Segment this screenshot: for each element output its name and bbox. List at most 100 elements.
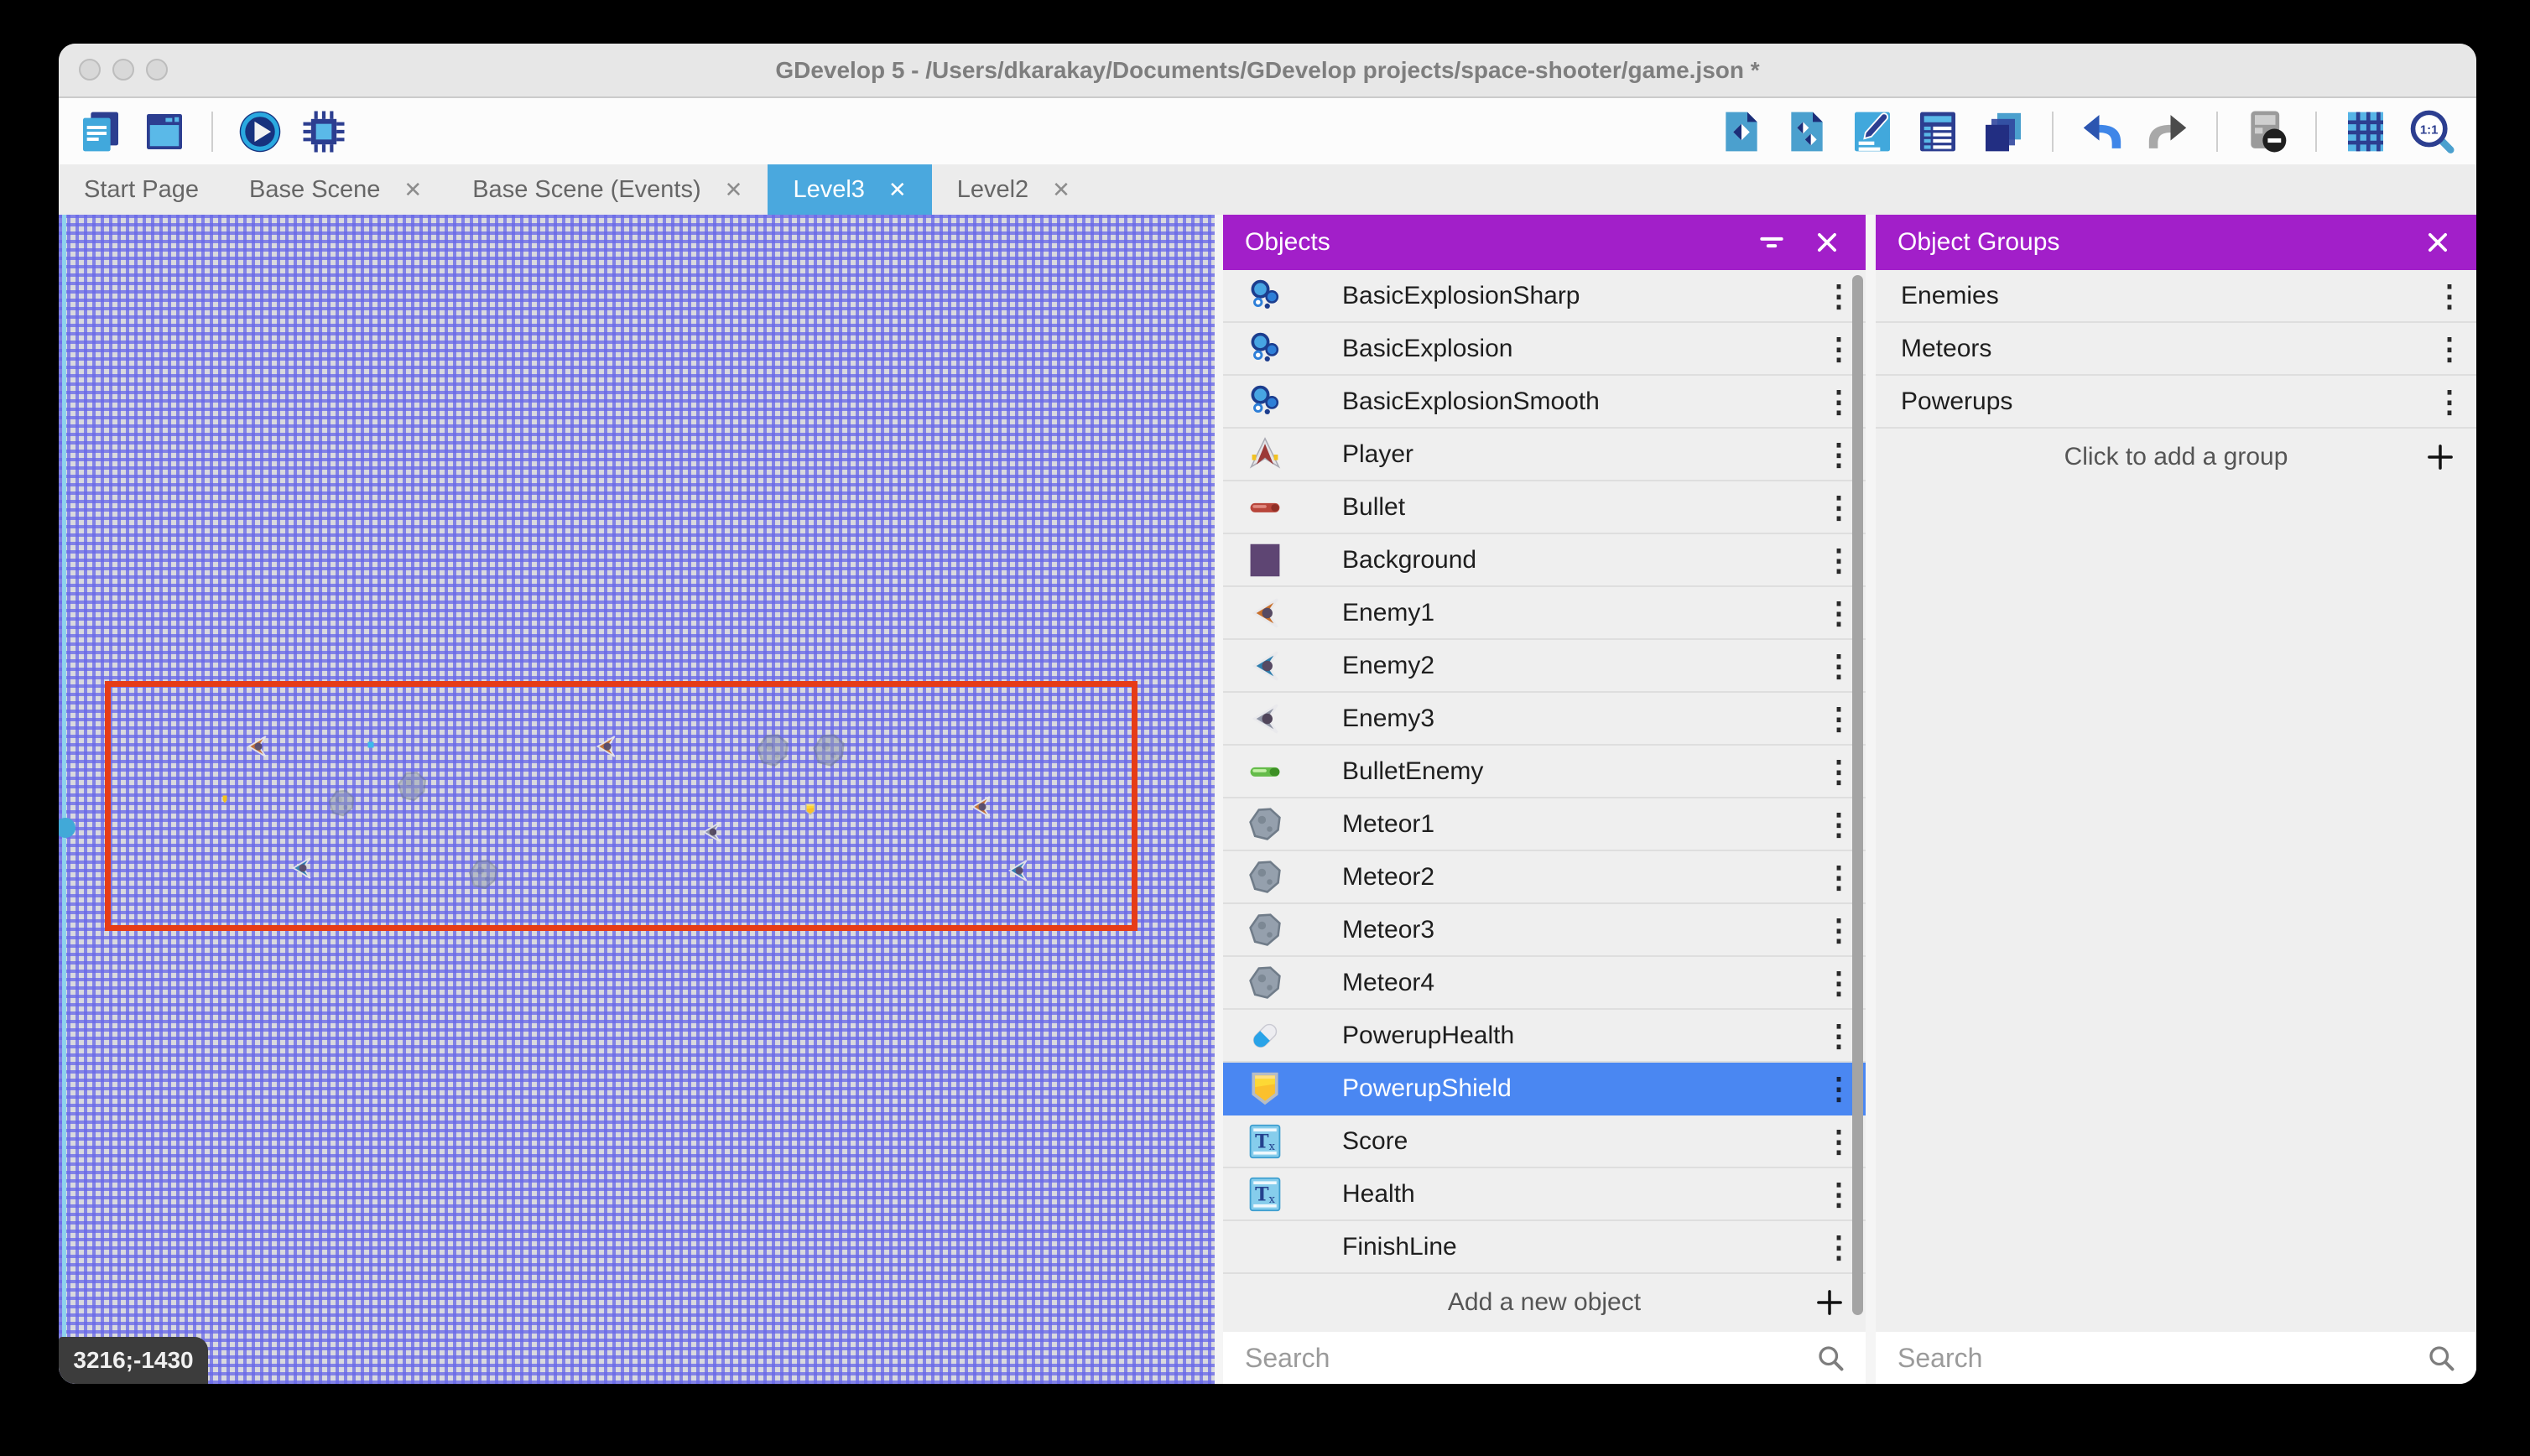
object-row[interactable]: Enemy3 ⋮: [1223, 693, 1866, 746]
close-object-groups-panel-icon[interactable]: [2421, 226, 2455, 259]
canvas-sprite[interactable]: [967, 793, 994, 820]
close-objects-panel-icon[interactable]: [1810, 226, 1844, 259]
debug-button[interactable]: [300, 108, 347, 155]
undo-button[interactable]: [2079, 108, 2126, 155]
object-menu-icon[interactable]: ⋮: [1824, 384, 1852, 419]
group-menu-icon[interactable]: ⋮: [2434, 331, 2463, 367]
group-row[interactable]: Powerups ⋮: [1876, 376, 2476, 429]
object-row[interactable]: Tx Health ⋮: [1223, 1168, 1866, 1221]
canvas-sprite[interactable]: [810, 732, 847, 769]
background-square-icon: [1247, 542, 1283, 579]
objects-list: BasicExplosionSharp ⋮ BasicExplosion ⋮ B…: [1223, 270, 1866, 1274]
canvas-sprite[interactable]: [466, 858, 500, 892]
group-row[interactable]: Enemies ⋮: [1876, 270, 2476, 323]
object-row[interactable]: BulletEnemy ⋮: [1223, 746, 1866, 798]
project-manager-button[interactable]: [77, 108, 124, 155]
object-row[interactable]: Enemy1 ⋮: [1223, 587, 1866, 640]
edit-object-groups-button[interactable]: [1783, 108, 1830, 155]
object-menu-icon[interactable]: ⋮: [1824, 965, 1852, 1001]
object-menu-icon[interactable]: ⋮: [1824, 807, 1852, 842]
canvas-vertical-scrollbar[interactable]: [62, 215, 66, 1384]
scene-canvas[interactable]: 3216;-1430: [59, 215, 1215, 1384]
tab[interactable]: Start Page: [59, 164, 224, 215]
edit-properties-button[interactable]: [1849, 108, 1896, 155]
filter-icon[interactable]: [1755, 226, 1788, 259]
object-menu-icon[interactable]: ⋮: [1824, 860, 1852, 895]
edit-object-button[interactable]: [1718, 108, 1765, 155]
object-menu-icon[interactable]: ⋮: [1824, 1018, 1852, 1053]
tab-close-icon[interactable]: ✕: [1052, 177, 1070, 203]
object-row[interactable]: Meteor1 ⋮: [1223, 798, 1866, 851]
tab-close-icon[interactable]: ✕: [888, 177, 907, 203]
tab[interactable]: Base Scene (Events) ✕: [447, 164, 768, 215]
canvas-sprite[interactable]: [395, 765, 429, 809]
add-object-row[interactable]: Add a new object: [1223, 1274, 1866, 1330]
object-menu-icon[interactable]: ⋮: [1824, 754, 1852, 789]
object-menu-icon[interactable]: ⋮: [1824, 1071, 1852, 1106]
tab-close-icon[interactable]: ✕: [725, 177, 743, 203]
object-row[interactable]: BasicExplosionSmooth ⋮: [1223, 376, 1866, 429]
redo-button[interactable]: [2144, 108, 2191, 155]
group-menu-icon[interactable]: ⋮: [2434, 278, 2463, 314]
object-row[interactable]: Enemy2 ⋮: [1223, 640, 1866, 693]
edit-object-groups-icon: [1783, 108, 1830, 155]
canvas-scrollbar-knob[interactable]: [59, 818, 75, 838]
canvas-sprite[interactable]: [804, 802, 817, 817]
object-row[interactable]: BasicExplosion ⋮: [1223, 323, 1866, 376]
object-row[interactable]: Meteor4 ⋮: [1223, 957, 1866, 1010]
tab[interactable]: Level2 ✕: [932, 164, 1096, 215]
object-menu-icon[interactable]: ⋮: [1824, 543, 1852, 578]
object-menu-icon[interactable]: ⋮: [1824, 701, 1852, 736]
canvas-sprite[interactable]: [592, 733, 619, 760]
object-row[interactable]: FinishLine ⋮: [1223, 1221, 1866, 1274]
groups-search-input[interactable]: [1896, 1342, 2426, 1375]
object-menu-icon[interactable]: ⋮: [1824, 1124, 1852, 1159]
object-menu-icon[interactable]: ⋮: [1824, 913, 1852, 948]
object-row[interactable]: PowerupHealth ⋮: [1223, 1010, 1866, 1063]
objects-panel-scrollbar[interactable]: [1852, 275, 1863, 1315]
canvas-sprite[interactable]: [366, 740, 376, 750]
object-menu-icon[interactable]: ⋮: [1824, 278, 1852, 314]
canvas-sprite[interactable]: [288, 855, 315, 881]
group-row[interactable]: Meteors ⋮: [1876, 323, 2476, 376]
grid-button[interactable]: [2342, 108, 2389, 155]
plus-icon[interactable]: [1812, 1285, 1847, 1320]
tab[interactable]: Level3 ✕: [768, 164, 931, 215]
bullet-green-icon: [1247, 753, 1283, 790]
preview-play-button[interactable]: [237, 108, 284, 155]
object-menu-icon[interactable]: ⋮: [1824, 490, 1852, 525]
object-row[interactable]: Meteor3 ⋮: [1223, 904, 1866, 957]
mask-button[interactable]: [2243, 108, 2290, 155]
group-menu-icon[interactable]: ⋮: [2434, 384, 2463, 419]
plus-icon[interactable]: [2423, 439, 2458, 475]
object-row[interactable]: Bullet ⋮: [1223, 481, 1866, 534]
layers-button[interactable]: [1980, 108, 2027, 155]
objects-search-input[interactable]: [1243, 1342, 1815, 1375]
tab-close-icon[interactable]: ✕: [403, 177, 422, 203]
enemy-gray-icon: [1247, 700, 1283, 737]
canvas-sprite[interactable]: [699, 819, 724, 845]
canvas-sprite[interactable]: [243, 733, 270, 760]
object-menu-icon[interactable]: ⋮: [1824, 648, 1852, 684]
redo-icon: [2144, 108, 2191, 155]
canvas-sprite[interactable]: [326, 788, 357, 819]
object-menu-icon[interactable]: ⋮: [1824, 1230, 1852, 1265]
object-menu-icon[interactable]: ⋮: [1824, 331, 1852, 367]
tab[interactable]: Base Scene ✕: [224, 164, 447, 215]
object-row[interactable]: Meteor2 ⋮: [1223, 851, 1866, 904]
add-group-row[interactable]: Click to add a group: [1876, 429, 2476, 485]
object-menu-icon[interactable]: ⋮: [1824, 595, 1852, 631]
object-row[interactable]: Player ⋮: [1223, 429, 1866, 481]
object-menu-icon[interactable]: ⋮: [1824, 1177, 1852, 1212]
scene-window-button[interactable]: [141, 108, 188, 155]
instances-list-button[interactable]: [1914, 108, 1961, 155]
object-row[interactable]: PowerupShield ⋮: [1223, 1063, 1866, 1115]
canvas-sprite[interactable]: [220, 793, 230, 805]
object-row[interactable]: BasicExplosionSharp ⋮: [1223, 270, 1866, 323]
zoom-1-1-button[interactable]: 1:1: [2408, 108, 2455, 155]
object-menu-icon[interactable]: ⋮: [1824, 437, 1852, 472]
object-row[interactable]: Tx Score ⋮: [1223, 1115, 1866, 1168]
object-row[interactable]: Background ⋮: [1223, 534, 1866, 587]
canvas-sprite[interactable]: [1004, 857, 1031, 884]
canvas-sprite[interactable]: [754, 732, 791, 769]
